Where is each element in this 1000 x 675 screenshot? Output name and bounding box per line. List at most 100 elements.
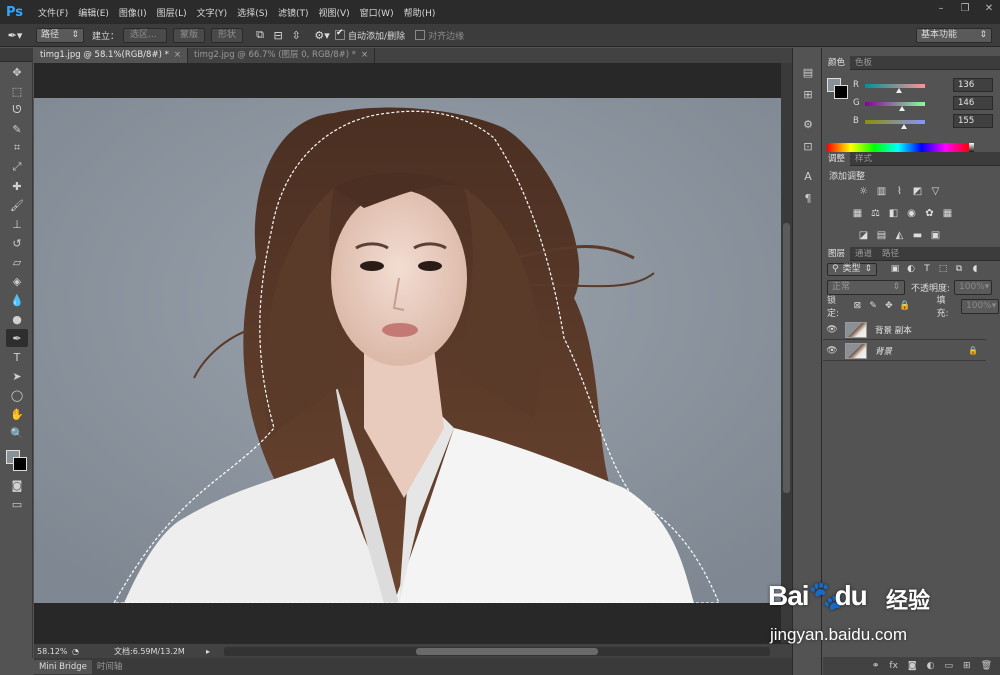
dodge-tool-icon[interactable]: ● xyxy=(6,310,28,328)
tab-timg2[interactable]: timg2.jpg @ 66.7% (图层 0, RGB/8#) * × xyxy=(188,48,376,63)
scroll-thumb[interactable] xyxy=(416,647,599,655)
gradient-tool-icon[interactable]: ◈ xyxy=(6,272,28,290)
delete-layer-icon[interactable]: 🗑 xyxy=(981,661,992,671)
actions-panel-icon[interactable]: ⚙ xyxy=(798,116,818,134)
status-arrow-icon[interactable]: ▸ xyxy=(206,647,210,656)
tab-layers[interactable]: 图层 xyxy=(823,246,851,261)
quick-mask-icon[interactable]: ◙ xyxy=(6,476,28,494)
layer-style-icon[interactable]: fx xyxy=(889,661,898,671)
pen-mode-select[interactable]: 路径 ⇕ xyxy=(36,27,84,43)
pen-tool-icon[interactable]: ✒▾ xyxy=(6,27,24,43)
background-color-swatch[interactable] xyxy=(834,85,848,99)
screen-mode-icon[interactable]: ▭ xyxy=(6,495,28,513)
visibility-eye-icon[interactable]: 👁 xyxy=(823,346,841,356)
tools-panel-header[interactable] xyxy=(0,48,32,62)
zoom-level[interactable]: 58.12% xyxy=(34,647,72,656)
new-layer-icon[interactable]: ⊞ xyxy=(963,661,971,671)
layer-filter-select[interactable]: ⚲ 类型 ⇕ xyxy=(827,263,877,276)
path-operations-icon[interactable]: ⧉ xyxy=(251,27,269,43)
color-lookup-icon[interactable]: ▦ xyxy=(941,208,954,220)
slider-knob[interactable] xyxy=(899,106,905,111)
tab-timg1[interactable]: timg1.jpg @ 58.1%(RGB/8#) * × xyxy=(34,48,188,63)
opacity-input[interactable]: 100% ▾ xyxy=(954,279,993,295)
shape-filter-icon[interactable]: ⬚ xyxy=(937,263,949,275)
selection-button[interactable]: 选区... xyxy=(123,27,168,43)
link-layers-icon[interactable]: ⚭ xyxy=(872,661,880,671)
layer-row-background-copy[interactable]: 👁 背景 副本 xyxy=(823,320,986,340)
blur-tool-icon[interactable]: 💧 xyxy=(6,291,28,309)
info-panel-icon[interactable]: ⊡ xyxy=(798,138,818,156)
smart-object-filter-icon[interactable]: ⧉ xyxy=(953,263,965,275)
tab-color[interactable]: 颜色 xyxy=(823,55,851,70)
slider-knob[interactable] xyxy=(901,124,907,129)
close-icon[interactable]: × xyxy=(174,50,181,60)
crop-tool-icon[interactable]: ⌗ xyxy=(6,139,28,157)
green-value-input[interactable]: 146 xyxy=(953,96,993,110)
path-arrangement-icon[interactable]: ⇳ xyxy=(287,27,305,43)
gradient-map-icon[interactable]: ▬ xyxy=(911,230,924,242)
clone-stamp-tool-icon[interactable]: ⊥ xyxy=(6,215,28,233)
lock-image-icon[interactable]: ✎ xyxy=(867,300,879,312)
menu-help[interactable]: 帮助(H) xyxy=(404,6,436,19)
menu-type[interactable]: 文字(Y) xyxy=(197,6,228,19)
character-panel-icon[interactable]: A xyxy=(798,168,818,186)
photo-canvas-image[interactable] xyxy=(34,98,781,603)
pixel-filter-icon[interactable]: ▣ xyxy=(889,263,901,275)
auto-add-delete-checkbox[interactable]: 自动添加/删除 xyxy=(335,28,405,42)
history-panel-icon[interactable]: ▤ xyxy=(798,64,818,82)
restore-icon[interactable]: ❐ xyxy=(958,2,972,16)
move-tool-icon[interactable]: ✥ xyxy=(6,63,28,81)
menu-layer[interactable]: 图层(L) xyxy=(157,6,187,19)
document-canvas[interactable] xyxy=(34,63,781,643)
marquee-tool-icon[interactable]: ⬚ xyxy=(6,82,28,100)
vertical-scrollbar[interactable] xyxy=(781,63,792,643)
tab-channels[interactable]: 通道 xyxy=(850,247,877,261)
type-tool-icon[interactable]: T xyxy=(6,348,28,366)
eyedropper-tool-icon[interactable]: ⤢ xyxy=(6,158,28,176)
curves-icon[interactable]: ⌇ xyxy=(893,186,906,198)
menu-image[interactable]: 图像(I) xyxy=(119,6,147,19)
exposure-icon[interactable]: ◩ xyxy=(911,186,924,198)
visibility-eye-icon[interactable]: 👁 xyxy=(823,325,841,335)
tab-mini-bridge[interactable]: Mini Bridge xyxy=(34,659,92,674)
brush-tool-icon[interactable]: 🖌 xyxy=(6,196,28,214)
red-track[interactable] xyxy=(865,84,925,88)
lock-transparent-icon[interactable]: ⊠ xyxy=(852,300,864,312)
menu-window[interactable]: 窗口(W) xyxy=(360,6,394,19)
posterize-icon[interactable]: ▤ xyxy=(875,230,888,242)
healing-brush-tool-icon[interactable]: ✚ xyxy=(6,177,28,195)
layer-name[interactable]: 背景 xyxy=(875,345,892,357)
shape-button[interactable]: 形状 xyxy=(211,27,244,43)
lock-position-icon[interactable]: ✥ xyxy=(883,300,895,312)
invert-icon[interactable]: ◪ xyxy=(857,230,870,242)
color-balance-icon[interactable]: ⚖ xyxy=(869,208,882,220)
lasso-tool-icon[interactable]: ᘎ xyxy=(6,101,28,119)
hand-tool-icon[interactable]: ✋ xyxy=(6,405,28,423)
green-track[interactable] xyxy=(865,102,925,106)
tab-paths[interactable]: 路径 xyxy=(877,247,904,261)
scroll-thumb[interactable] xyxy=(783,223,790,493)
horizontal-scrollbar[interactable] xyxy=(224,646,771,656)
tab-adjustments[interactable]: 调整 xyxy=(823,151,851,166)
levels-icon[interactable]: ▥ xyxy=(875,186,888,198)
red-value-input[interactable]: 136 xyxy=(953,78,993,92)
new-adjustment-icon[interactable]: ◐ xyxy=(927,661,935,671)
history-brush-tool-icon[interactable]: ↺ xyxy=(6,234,28,252)
menu-filter[interactable]: 滤镜(T) xyxy=(278,6,309,19)
brightness-icon[interactable]: ☼ xyxy=(857,186,870,198)
zoom-tool-icon[interactable]: 🔍 xyxy=(6,424,28,442)
lock-all-icon[interactable]: 🔒 xyxy=(899,300,911,312)
close-icon[interactable]: × xyxy=(361,50,368,60)
channel-mixer-icon[interactable]: ✿ xyxy=(923,208,936,220)
red-slider[interactable]: R 136 xyxy=(853,78,998,93)
add-mask-icon[interactable]: ◙ xyxy=(908,661,917,671)
menu-select[interactable]: 选择(S) xyxy=(237,6,268,19)
align-edges-checkbox[interactable]: 对齐边缘 xyxy=(415,29,464,42)
mask-button[interactable]: 蒙版 xyxy=(173,27,206,43)
vibrance-icon[interactable]: ▽ xyxy=(929,186,942,198)
layer-name[interactable]: 背景 副本 xyxy=(875,324,912,336)
background-color-swatch[interactable] xyxy=(13,457,27,471)
blue-value-input[interactable]: 155 xyxy=(953,114,993,128)
hue-saturation-icon[interactable]: ▦ xyxy=(851,208,864,220)
blue-track[interactable] xyxy=(865,120,925,124)
